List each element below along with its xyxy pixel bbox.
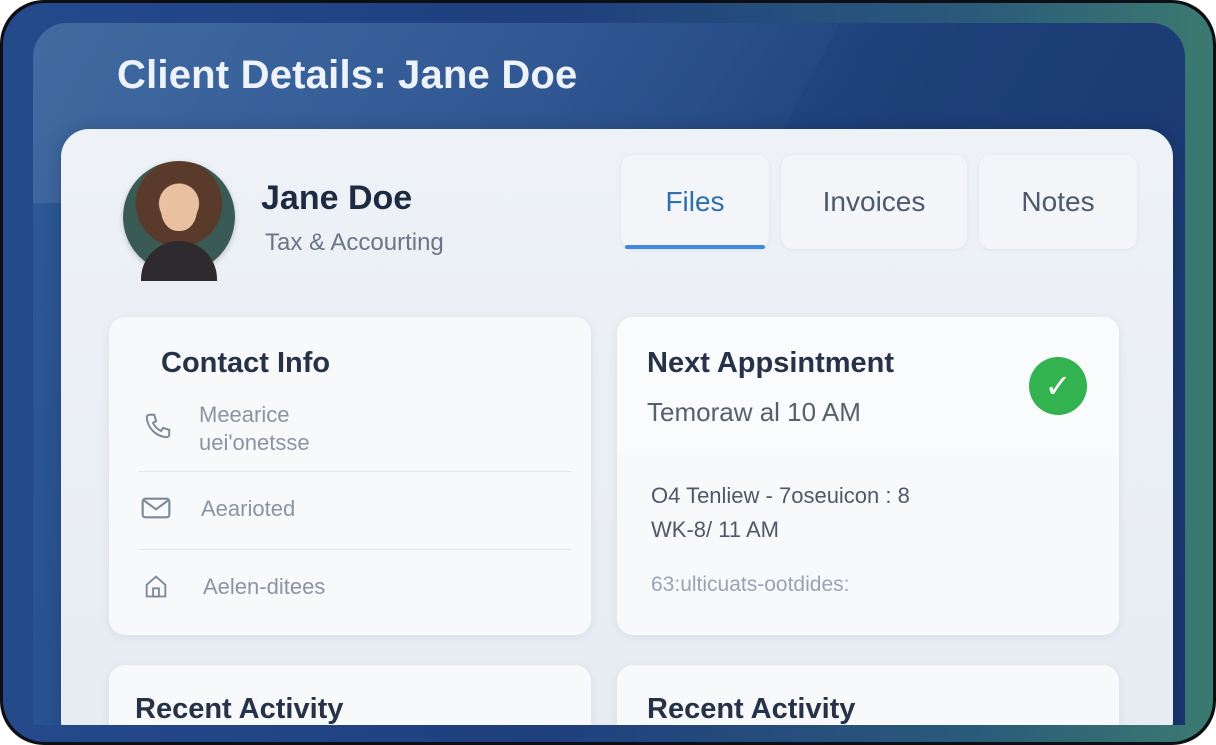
appointment-detail-line: WK-8/ 11 AM [651,517,779,542]
next-appointment-title: Next Appsintment [647,347,895,379]
contact-email[interactable]: Aearioted [201,495,295,523]
client-name: Jane Doe [261,179,413,217]
home-icon [139,569,173,603]
tab-files-label: Files [665,186,725,217]
contact-info-card: Contact Info Meearice uei'onetsse Aeario… [109,317,591,635]
tab-invoices[interactable]: Invoices [781,155,967,249]
tab-notes[interactable]: Notes [979,155,1137,249]
active-tab-indicator [625,245,765,249]
divider [139,549,571,550]
app-screen: Client Details: Jane Doe Jane Doe Tax & … [33,23,1185,725]
tab-notes-label: Notes [1021,186,1095,217]
recent-activity-card-left: Recent Activity [109,665,591,725]
mail-icon [139,491,173,525]
tab-files[interactable]: Files [621,155,769,249]
phone-icon [141,409,175,443]
recent-activity-card-right: Recent Activity [617,665,1119,725]
avatar-face [161,185,197,231]
contact-phone-line-1[interactable]: Meearice [199,401,289,429]
avatar[interactable] [123,161,235,281]
client-panel: Jane Doe Tax & Accourting Files Invoices… [61,129,1173,725]
page-title: Client Details: Jane Doe [117,53,578,97]
appointment-time: Temoraw al 10 AM [647,397,861,427]
divider [139,471,571,472]
recent-activity-title: Recent Activity [135,693,344,725]
appointment-detail-line: O4 Tenliew - 7oseuicon : 8 [651,483,910,508]
device-frame: Client Details: Jane Doe Jane Doe Tax & … [0,0,1216,745]
appointment-detail-line: 63:ulticuats-ootdides: [651,573,850,596]
next-appointment-card: Next Appsintment Temoraw al 10 AM ✓ O4 T… [617,317,1119,635]
avatar-shoulders [141,241,217,281]
contact-address[interactable]: Aelen-ditees [203,573,325,601]
recent-activity-title: Recent Activity [647,693,856,725]
device-bezel: Client Details: Jane Doe Jane Doe Tax & … [3,3,1213,742]
client-subtitle: Tax & Accourting [265,229,444,256]
tab-invoices-label: Invoices [822,186,926,217]
contact-phone-line-2[interactable]: uei'onetsse [199,429,310,457]
check-icon: ✓ [1029,357,1087,415]
contact-info-title: Contact Info [161,347,331,379]
